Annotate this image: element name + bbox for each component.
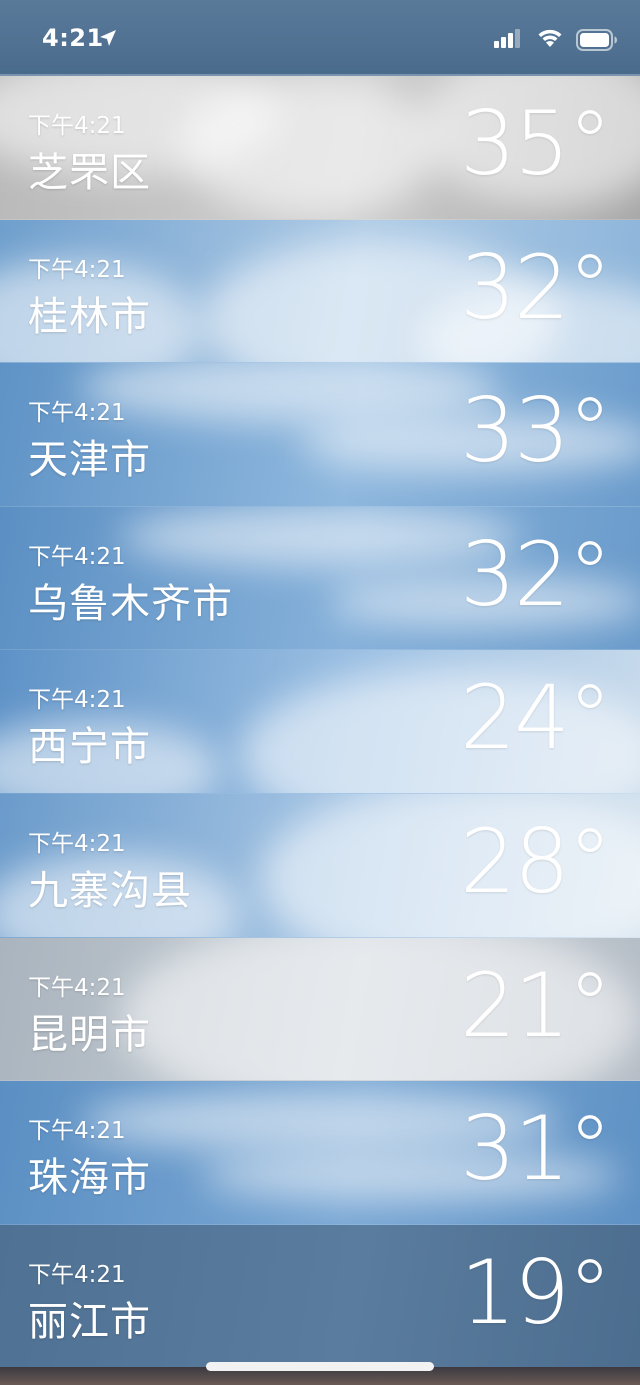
city-name: 丽江市 <box>28 1298 151 1345</box>
city-row[interactable]: 下午4:21 珠海市 31° <box>0 1081 640 1225</box>
city-name: 珠海市 <box>28 1155 151 1202</box>
city-local-time: 下午4:21 <box>28 830 126 857</box>
wifi-icon <box>536 27 564 53</box>
city-local-time: 下午4:21 <box>28 113 126 139</box>
city-name: 昆明市 <box>28 1011 151 1058</box>
city-local-time: 下午4:21 <box>28 1261 126 1288</box>
city-local-time: 下午4:21 <box>28 974 126 1001</box>
city-temperature: 24° <box>460 666 612 770</box>
city-temperature: 32° <box>460 235 612 339</box>
status-bar: 4:21 <box>0 0 640 76</box>
city-name: 西宁市 <box>28 724 151 771</box>
home-indicator[interactable] <box>206 1362 434 1371</box>
cloud-background <box>180 76 440 216</box>
city-temperature: 32° <box>460 522 612 626</box>
city-local-time: 下午4:21 <box>28 543 126 570</box>
city-temperature: 33° <box>460 379 612 483</box>
city-list: 下午4:21 芝罘区 35° 下午4:21 桂林市 32° 下午4:21 天津市 33° 下午4:… <box>0 76 640 1369</box>
city-name: 桂林市 <box>28 293 151 340</box>
city-row[interactable]: 下午4:21 昆明市 21° <box>0 937 640 1082</box>
city-local-time: 下午4:21 <box>28 1118 126 1145</box>
city-temperature: 19° <box>460 1240 612 1344</box>
city-row[interactable]: 下午4:21 西宁市 24° <box>0 650 640 794</box>
city-row[interactable]: 下午4:21 桂林市 32° <box>0 219 640 364</box>
city-name: 乌鲁木齐市 <box>28 580 233 627</box>
city-local-time: 下午4:21 <box>28 256 126 283</box>
city-temperature: 21° <box>460 953 612 1057</box>
city-row[interactable]: 下午4:21 天津市 33° <box>0 363 640 507</box>
location-arrow-icon <box>99 29 117 51</box>
city-temperature: 31° <box>460 1097 612 1201</box>
city-name: 芝罘区 <box>28 150 151 196</box>
city-row[interactable]: 下午4:21 芝罘区 35° <box>0 76 640 220</box>
city-name: 天津市 <box>28 437 151 484</box>
city-temperature: 35° <box>460 92 612 195</box>
city-local-time: 下午4:21 <box>28 400 126 427</box>
battery-icon <box>576 29 618 55</box>
city-row[interactable]: 下午4:21 九寨沟县 28° <box>0 793 640 938</box>
city-local-time: 下午4:21 <box>28 687 126 714</box>
city-name: 九寨沟县 <box>28 867 192 914</box>
city-temperature: 28° <box>460 809 612 913</box>
city-row[interactable]: 下午4:21 丽江市 19° <box>0 1224 640 1369</box>
city-row[interactable]: 下午4:21 乌鲁木齐市 32° <box>0 506 640 651</box>
cellular-signal-icon <box>494 28 522 52</box>
status-time: 4:21 <box>42 24 104 52</box>
